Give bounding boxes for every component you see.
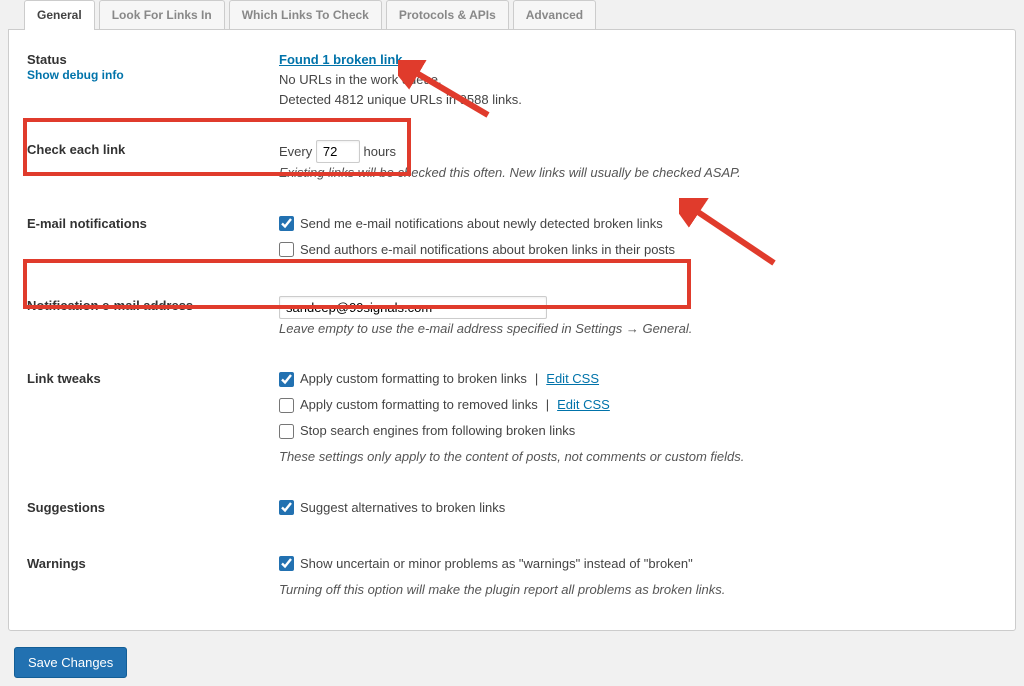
row-email-notifications: E-mail notifications Send me e-mail noti… (9, 190, 1015, 272)
row-link-tweaks: Link tweaks Apply custom formatting to b… (9, 345, 1015, 474)
pipe-separator: | (544, 395, 551, 415)
notif-addr-label: Notification e-mail address (27, 296, 279, 313)
tab-protocols-apis[interactable]: Protocols & APIs (386, 0, 509, 29)
tab-which-links[interactable]: Which Links To Check (229, 0, 382, 29)
warnings-opt-label: Show uncertain or minor problems as "war… (300, 554, 693, 574)
status-values: Found 1 broken link No URLs in the work … (279, 50, 997, 110)
status-queue-msg: No URLs in the work queue. (279, 72, 442, 87)
status-label: Status (27, 52, 67, 67)
tab-advanced[interactable]: Advanced (513, 0, 596, 29)
link-tweaks-note: These settings only apply to the content… (279, 449, 744, 464)
tweak-removed-format-label: Apply custom formatting to removed links (300, 395, 538, 415)
notification-email-input[interactable] (279, 296, 547, 319)
email-notif-authors-label: Send authors e-mail notifications about … (300, 240, 675, 260)
row-check-each: Check each link Every hours Existing lin… (9, 116, 1015, 189)
check-each-note: Existing links will be checked this ofte… (279, 165, 741, 180)
tweak-broken-format-checkbox[interactable] (279, 372, 294, 387)
show-debug-link[interactable]: Show debug info (27, 68, 124, 82)
row-warnings: Warnings Show uncertain or minor problem… (9, 530, 1015, 606)
row-suggestions: Suggestions Suggest alternatives to brok… (9, 474, 1015, 530)
edit-css-broken-link[interactable]: Edit CSS (546, 369, 599, 389)
suggestions-opt-label: Suggest alternatives to broken links (300, 498, 505, 518)
email-notif-values: Send me e-mail notifications about newly… (279, 214, 997, 266)
notif-addr-note: Leave empty to use the e-mail address sp… (279, 321, 692, 336)
tweak-broken-format-label: Apply custom formatting to broken links (300, 369, 527, 389)
tweak-stop-search-label: Stop search engines from following broke… (300, 421, 575, 441)
link-tweaks-values: Apply custom formatting to broken links … (279, 369, 997, 468)
check-each-label: Check each link (27, 140, 279, 157)
status-detected-msg: Detected 4812 unique URLs in 9588 links. (279, 92, 522, 107)
email-notif-authors-checkbox[interactable] (279, 242, 294, 257)
warnings-note: Turning off this option will make the pl… (279, 582, 725, 597)
warnings-values: Show uncertain or minor problems as "war… (279, 554, 997, 600)
email-notif-label: E-mail notifications (27, 214, 279, 231)
suggestions-checkbox[interactable] (279, 500, 294, 515)
row-notification-address: Notification e-mail address Leave empty … (9, 272, 1015, 345)
suggestions-values: Suggest alternatives to broken links (279, 498, 997, 524)
email-notif-self-checkbox[interactable] (279, 216, 294, 231)
tweak-removed-format-checkbox[interactable] (279, 398, 294, 413)
check-each-hours-label: hours (363, 144, 396, 159)
check-each-hours-input[interactable] (316, 140, 360, 163)
tab-look-for-links[interactable]: Look For Links In (99, 0, 225, 29)
edit-css-removed-link[interactable]: Edit CSS (557, 395, 610, 415)
notif-addr-values: Leave empty to use the e-mail address sp… (279, 296, 997, 339)
settings-panel: Status Show debug info Found 1 broken li… (8, 29, 1016, 631)
check-each-values: Every hours Existing links will be check… (279, 140, 997, 183)
found-broken-link[interactable]: Found 1 broken link (279, 52, 403, 67)
warnings-label: Warnings (27, 554, 279, 571)
label-status: Status Show debug info (27, 50, 279, 82)
row-status: Status Show debug info Found 1 broken li… (9, 44, 1015, 116)
pipe-separator: | (533, 369, 540, 389)
tabs-bar: General Look For Links In Which Links To… (24, 0, 1016, 29)
email-notif-self-label: Send me e-mail notifications about newly… (300, 214, 663, 234)
check-each-every: Every (279, 144, 312, 159)
warnings-checkbox[interactable] (279, 556, 294, 571)
tab-general[interactable]: General (24, 0, 95, 30)
link-tweaks-label: Link tweaks (27, 369, 279, 386)
suggestions-label: Suggestions (27, 498, 279, 515)
save-changes-button[interactable]: Save Changes (14, 647, 127, 678)
tweak-stop-search-checkbox[interactable] (279, 424, 294, 439)
